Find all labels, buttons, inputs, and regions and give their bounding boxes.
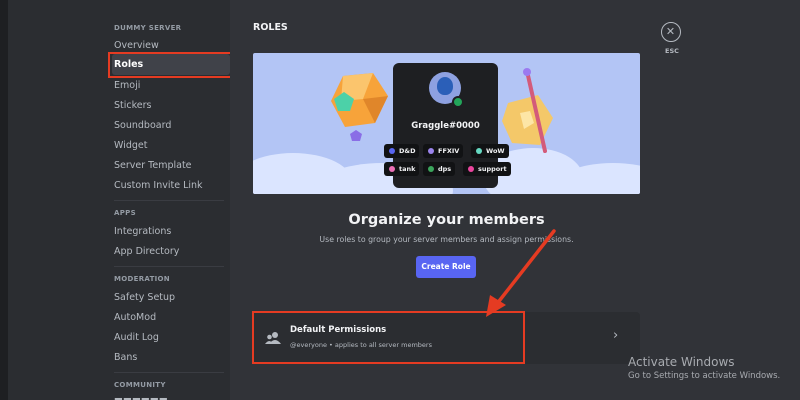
sidebar-item-partial[interactable]: ■■■■■■ (114, 396, 168, 400)
role-tag: D&D (384, 144, 420, 158)
sidebar-divider (114, 200, 224, 201)
sidebar-item-server-template[interactable]: Server Template (114, 160, 192, 171)
activate-windows-subtitle: Go to Settings to activate Windows. (628, 371, 781, 381)
close-icon[interactable]: ✕ (662, 23, 679, 40)
role-color-dot-icon (389, 148, 395, 154)
role-tag: support (463, 162, 511, 176)
sidebar-item-custom-invite-link[interactable]: Custom Invite Link (114, 180, 203, 191)
sidebar-item-automod[interactable]: AutoMod (114, 312, 156, 323)
gem-small-illustration (334, 92, 354, 111)
staff-illustration (523, 68, 547, 153)
sidebar-item-audit-log[interactable]: Audit Log (114, 332, 159, 343)
preview-username: Graggle#0000 (411, 121, 480, 131)
create-role-button[interactable]: Create Role (416, 256, 476, 278)
profile-preview-card: Graggle#0000 D&D FFXIV WoW tank dps supp… (384, 63, 511, 188)
role-color-dot-icon (389, 166, 395, 172)
role-color-dot-icon (468, 166, 474, 172)
window-frame (0, 0, 8, 400)
esc-label: ESC (665, 47, 679, 55)
activate-windows-title: Activate Windows (628, 355, 735, 369)
role-color-dot-icon (428, 166, 434, 172)
role-color-dot-icon (428, 148, 434, 154)
avatar-figure (437, 77, 453, 95)
roles-preview-banner: Graggle#0000 D&D FFXIV WoW tank dps supp… (253, 53, 640, 194)
category-community: COMMUNITY (114, 381, 166, 389)
role-color-dot-icon (476, 148, 482, 154)
sidebar-divider (114, 266, 224, 267)
sidebar-item-integrations[interactable]: Integrations (114, 226, 171, 237)
sidebar-item-emoji[interactable]: Emoji (114, 80, 140, 91)
empty-state-heading: Organize your members (348, 212, 545, 228)
close-button[interactable]: ✕ (661, 22, 681, 42)
sidebar-item-overview[interactable]: Overview (114, 40, 159, 51)
gem-small-illustration (350, 130, 362, 141)
category-moderation: MODERATION (114, 275, 170, 283)
sidebar-item-app-directory[interactable]: App Directory (114, 246, 179, 257)
pointer-arrow-icon (486, 229, 556, 317)
sidebar-item-widget[interactable]: Widget (114, 140, 147, 151)
sidebar-item-stickers[interactable]: Stickers (114, 100, 151, 111)
online-status-icon (452, 96, 464, 108)
page-title: ROLES (253, 22, 288, 33)
sidebar-item-safety-setup[interactable]: Safety Setup (114, 292, 175, 303)
highlight-box-roles (108, 52, 230, 78)
role-tag: dps (423, 162, 456, 176)
sidebar-item-bans[interactable]: Bans (114, 352, 137, 363)
role-tag: FFXIV (423, 144, 464, 158)
role-tag: tank (384, 162, 420, 176)
category-server: DUMMY SERVER (114, 24, 182, 32)
role-tag: WoW (471, 144, 509, 158)
category-apps: APPS (114, 209, 136, 217)
sidebar-item-soundboard[interactable]: Soundboard (114, 120, 171, 131)
chevron-right-icon: › (613, 328, 619, 343)
settings-sidebar: DUMMY SERVER Overview Roles Emoji Sticke… (8, 0, 230, 400)
empty-state-description: Use roles to group your server members a… (319, 235, 574, 244)
sidebar-divider (114, 372, 224, 373)
